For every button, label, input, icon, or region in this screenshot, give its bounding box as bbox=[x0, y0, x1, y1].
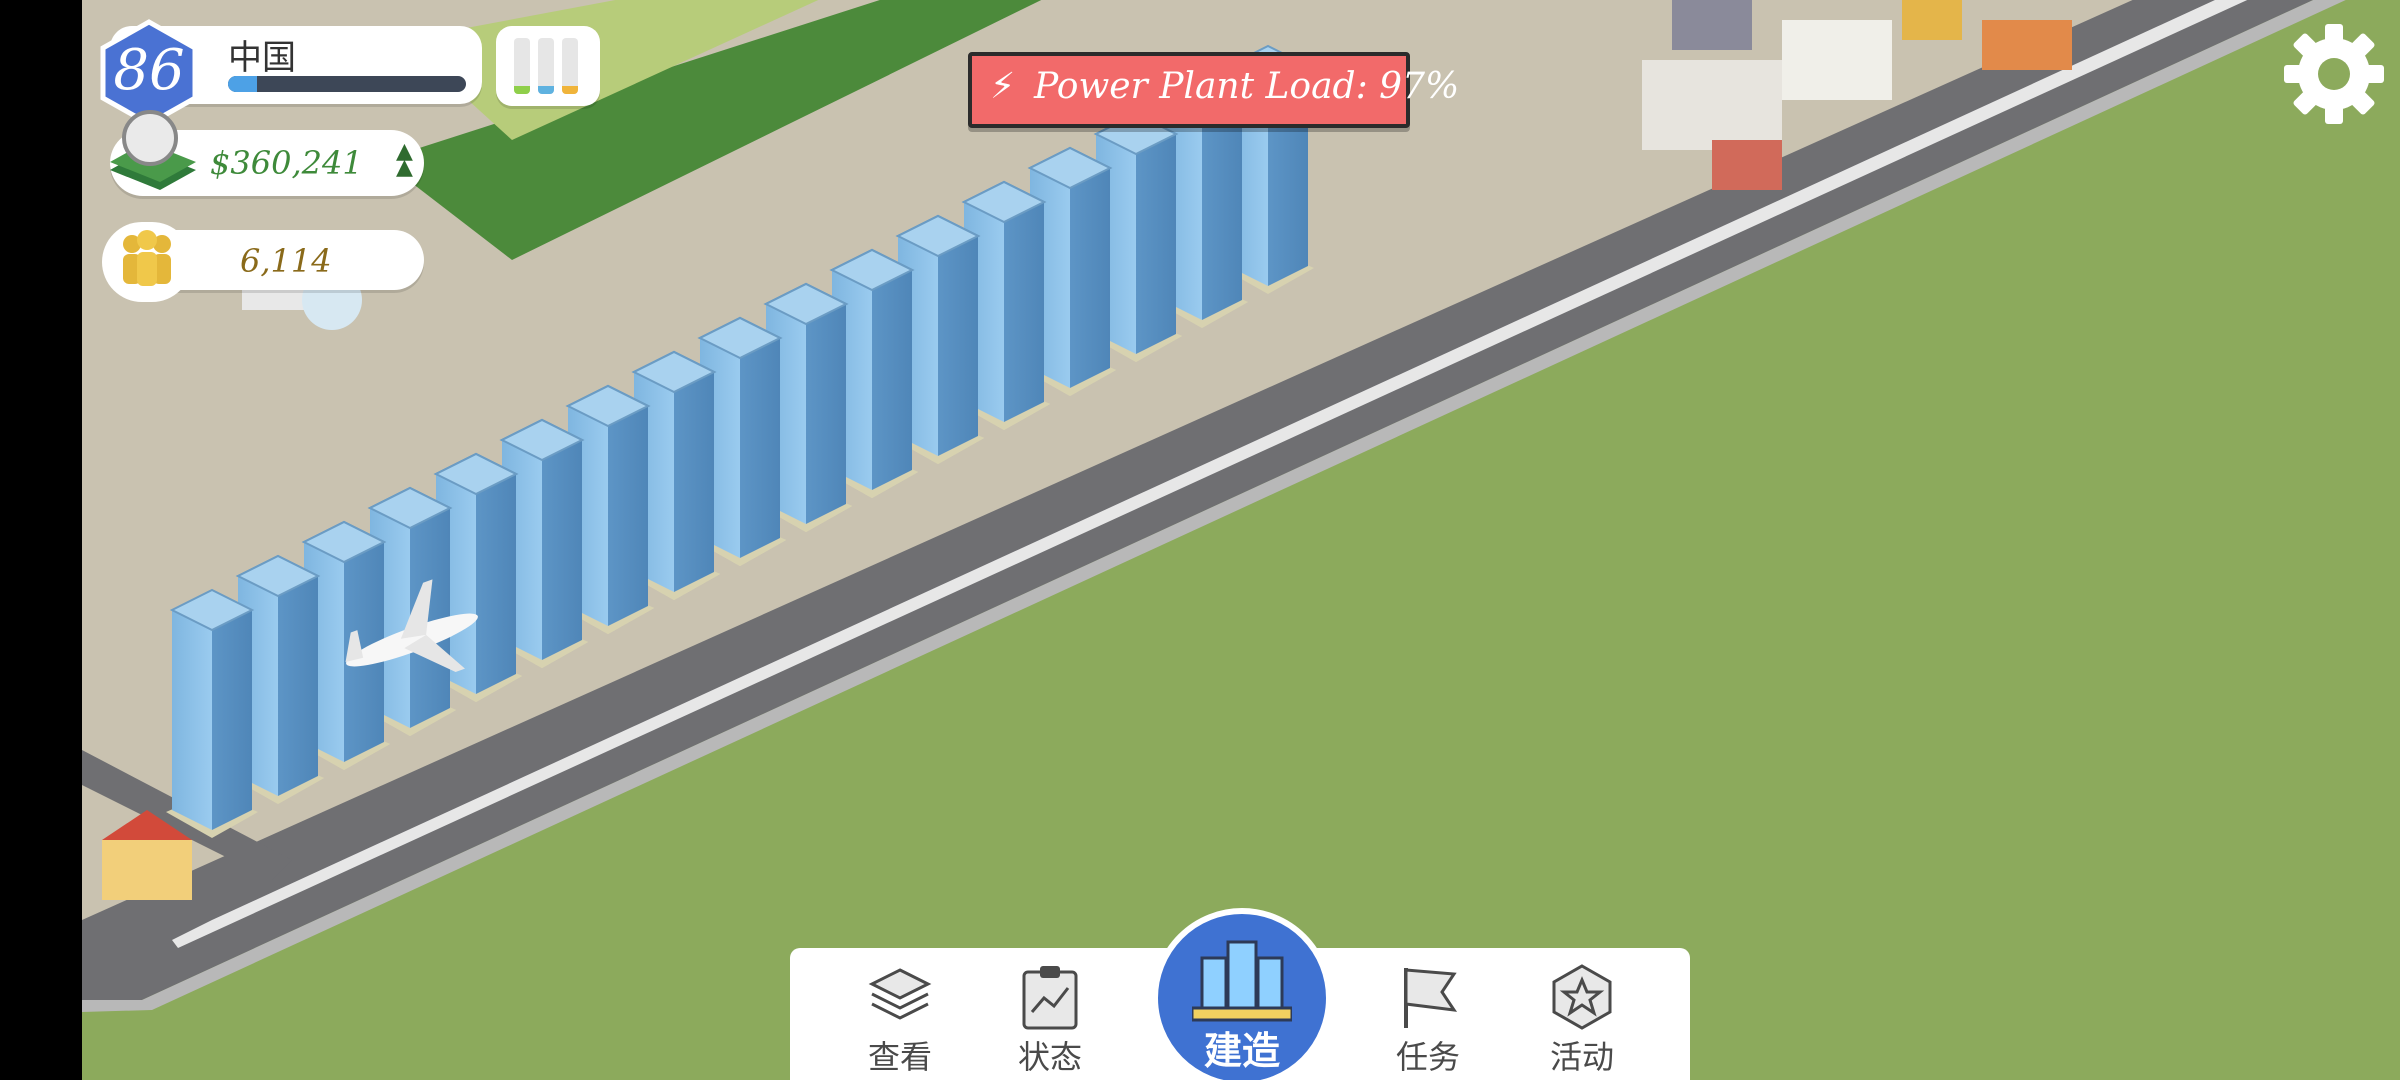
star-badge-icon bbox=[1552, 964, 1612, 1030]
nav-build-label: 建造 bbox=[1203, 1029, 1280, 1073]
gear-icon bbox=[2284, 24, 2384, 124]
money-amount: $360,241 bbox=[210, 144, 363, 182]
power-banner-text: Power Plant Load: 97% bbox=[1034, 66, 1460, 107]
nav-missions[interactable]: 任务 bbox=[1368, 948, 1488, 1078]
demand-bar-industrial bbox=[562, 38, 578, 94]
trend-up-icon: ▲ ▲ bbox=[396, 139, 413, 180]
cash-icon bbox=[100, 100, 200, 200]
building-icon bbox=[1192, 940, 1292, 1022]
nav-view[interactable]: 查看 bbox=[840, 948, 960, 1078]
city-name: 中国 bbox=[228, 38, 296, 78]
demand-bar-residential bbox=[514, 38, 530, 94]
clipboard-chart-icon bbox=[1022, 966, 1078, 1030]
game-viewport[interactable]: 中国 86 $360,241 ▲ ▲ 6,114 ⚡ Power Plant L… bbox=[82, 0, 2400, 1080]
population-count: 6,114 bbox=[240, 242, 332, 280]
nav-status-label: 状态 bbox=[1017, 1038, 1082, 1076]
level-progress-fill bbox=[228, 76, 257, 92]
people-icon bbox=[102, 222, 192, 302]
level-progress-bar bbox=[228, 76, 466, 92]
level-number: 86 bbox=[113, 38, 185, 103]
nav-view-label: 查看 bbox=[867, 1038, 932, 1076]
nav-events-label: 活动 bbox=[1549, 1038, 1614, 1076]
nav-status[interactable]: 状态 bbox=[990, 948, 1110, 1078]
layers-icon bbox=[868, 968, 932, 1020]
power-alert-banner[interactable]: ⚡ Power Plant Load: 97% bbox=[968, 52, 1459, 128]
skyscraper[interactable] bbox=[166, 588, 258, 838]
demand-meter[interactable] bbox=[496, 26, 600, 106]
flag-icon bbox=[1404, 968, 1458, 1028]
nav-build[interactable]: 建造 bbox=[1152, 908, 1332, 1080]
demand-bar-commercial bbox=[538, 38, 554, 94]
lightning-icon: ⚡ bbox=[990, 66, 1016, 107]
nav-events[interactable]: 活动 bbox=[1522, 948, 1642, 1078]
nav-missions-label: 任务 bbox=[1395, 1038, 1460, 1076]
settings-button[interactable] bbox=[2282, 22, 2386, 126]
